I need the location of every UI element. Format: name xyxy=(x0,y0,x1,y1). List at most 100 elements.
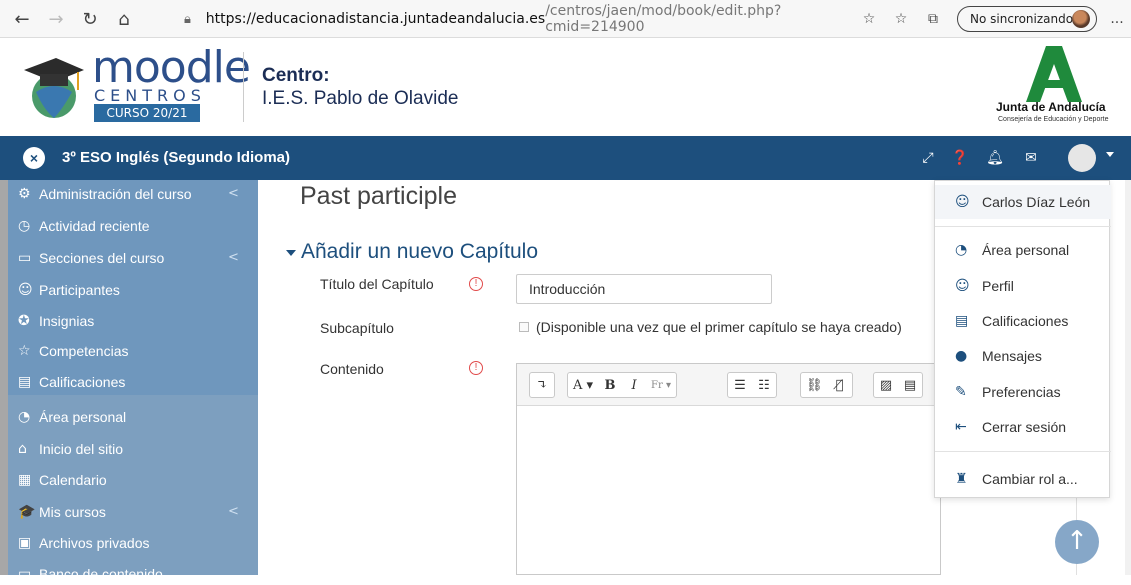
collapse-toolbar-icon[interactable]: ↴ xyxy=(530,373,554,397)
image-icon[interactable]: ▨ xyxy=(874,373,898,397)
bold-button[interactable]: B xyxy=(598,373,622,397)
star-icon: ☆ xyxy=(18,343,31,359)
sidebar-item-calificaciones[interactable]: ▤ Calificaciones xyxy=(18,371,125,393)
fullscreen-icon[interactable]: ⤢ xyxy=(918,148,938,168)
menu-item-perfil[interactable]: ☺ Perfil xyxy=(935,269,1111,303)
sidebar-item-insignias[interactable]: ✪ Insignias xyxy=(18,310,94,332)
menu-item-calificaciones[interactable]: ▤ Calificaciones xyxy=(935,304,1111,338)
required-icon: ! xyxy=(469,277,483,291)
sidebar-item-label: Participantes xyxy=(39,282,120,298)
contenido-label: Contenido xyxy=(320,361,384,377)
menu-item-label: Área personal xyxy=(982,242,1070,258)
dashboard-icon: ◔ xyxy=(18,409,31,425)
favorites-icon[interactable]: ☆ xyxy=(887,5,915,33)
back-icon[interactable]: ← xyxy=(8,5,36,33)
sync-label: No sincronizando xyxy=(970,12,1074,26)
user-avatar[interactable] xyxy=(1068,144,1096,172)
subcapitulo-checkbox[interactable] xyxy=(519,322,529,332)
wrench-icon: ✎ xyxy=(955,384,967,400)
italic-button[interactable]: I xyxy=(622,373,646,397)
graduation-cap-icon: 🎓 xyxy=(18,504,36,520)
back-to-top-button[interactable]: ↑ xyxy=(1055,520,1099,564)
toolbar-group-media: ▨ ▤ xyxy=(873,372,923,398)
sync-button[interactable]: No sincronizando xyxy=(957,6,1097,32)
sidebar-strip xyxy=(0,180,8,575)
chevron-left-icon[interactable]: < xyxy=(228,504,239,519)
sidebar-item-administracion[interactable]: ⚙ Administración del curso xyxy=(18,183,192,205)
ordered-list-icon[interactable]: ☷ xyxy=(752,373,776,397)
menu-item-preferencias[interactable]: ✎ Preferencias xyxy=(935,375,1111,409)
media-icon[interactable]: ▤ xyxy=(898,373,922,397)
sidebar-item-calendario[interactable]: ▦ Calendario xyxy=(18,469,107,491)
messages-envelope-icon[interactable]: ✉ xyxy=(1021,148,1041,168)
content-editor[interactable]: ↴ A ▾ B I Fr ▾ ☰ ☷ ⛓ ⛓̸ ▨ ▤ xyxy=(516,363,941,575)
url-host: https://educacionadistancia.juntadeandal… xyxy=(205,11,546,27)
collections-icon[interactable]: ⧉ xyxy=(919,5,947,33)
menu-item-label: Preferencias xyxy=(982,384,1061,400)
gears-icon: ⚙ xyxy=(18,186,31,202)
dashboard-icon: ◔ xyxy=(955,242,968,258)
unordered-list-icon[interactable]: ☰ xyxy=(728,373,752,397)
section-title[interactable]: Añadir un nuevo Capítulo xyxy=(301,240,538,264)
user-menu-name[interactable]: ☺ Carlos Díaz León xyxy=(935,185,1111,219)
course-navbar: × 3º ESO Inglés (Segundo Idioma) ⤢ ❓ 🔔︎ … xyxy=(0,136,1131,180)
subcapitulo-hint: (Disponible una vez que el primer capítu… xyxy=(536,319,902,335)
required-icon: ! xyxy=(469,361,483,375)
centro-name: I.E.S. Pablo de Olavide xyxy=(262,88,459,109)
reload-icon[interactable]: ↻ xyxy=(76,5,104,33)
site-header: moodle CENTROS CURSO 20/21 Centro: I.E.S… xyxy=(0,38,1131,136)
logo-word: moodle xyxy=(92,42,251,93)
course-title[interactable]: 3º ESO Inglés (Segundo Idioma) xyxy=(62,149,290,166)
notifications-bell-icon[interactable]: 🔔︎ xyxy=(985,148,1005,168)
user-name: Carlos Díaz León xyxy=(982,194,1091,210)
sidebar-item-label: Secciones del curso xyxy=(39,250,165,266)
address-bar[interactable]: 🔒︎ https://educacionadistancia.juntadean… xyxy=(184,3,874,35)
page-title: Past participle xyxy=(300,182,458,210)
sidebar-item-label: Área personal xyxy=(39,409,127,425)
menu-item-cerrar-sesion[interactable]: ⇤ Cerrar sesión xyxy=(935,410,1111,444)
profile-avatar xyxy=(1072,10,1090,28)
add-favorite-icon[interactable]: ☆ xyxy=(855,5,883,33)
gradebook-icon: ▤ xyxy=(18,374,32,390)
browser-toolbar: ← → ↻ ⌂ 🔒︎ https://educacionadistancia.j… xyxy=(0,0,1131,38)
more-icon[interactable]: ... xyxy=(1103,5,1131,33)
user-menu-caret-icon[interactable] xyxy=(1106,152,1114,157)
menu-item-mensajes[interactable]: ● Mensajes xyxy=(935,339,1111,373)
sign-out-icon: ⇤ xyxy=(955,419,967,435)
chevron-left-icon[interactable]: < xyxy=(228,186,239,201)
sidebar-item-archivos[interactable]: ▣ Archivos privados xyxy=(18,532,150,554)
collapse-caret-icon[interactable] xyxy=(286,250,296,256)
junta-title: Junta de Andalucía xyxy=(996,100,1106,114)
badge-icon: ✪ xyxy=(18,313,30,329)
lock-icon: 🔒︎ xyxy=(184,11,191,27)
sidebar-item-banco[interactable]: ▭ Banco de contenido xyxy=(18,563,163,585)
sidebar-item-actividad[interactable]: ◷ Actividad reciente xyxy=(18,215,150,237)
sidebar-item-secciones[interactable]: ▭ Secciones del curso xyxy=(18,247,164,269)
close-drawer-button[interactable]: × xyxy=(23,147,45,169)
sidebar-item-area-personal[interactable]: ◔ Área personal xyxy=(18,406,126,428)
font-color-button[interactable]: A ▾ xyxy=(568,373,598,397)
link-icon[interactable]: ⛓ xyxy=(801,373,828,397)
sidebar-item-label: Actividad reciente xyxy=(39,218,150,234)
graduation-cap-icon[interactable] xyxy=(22,50,86,120)
unlink-icon[interactable]: ⛓̸ xyxy=(828,373,852,397)
menu-item-cambiar-rol[interactable]: ♜ Cambiar rol a... xyxy=(935,462,1111,496)
sidebar-item-mis-cursos[interactable]: 🎓 Mis cursos xyxy=(18,501,106,523)
sidebar-item-participantes[interactable]: ☺ Participantes xyxy=(18,279,120,301)
junta-subtitle: Consejería de Educación y Deporte xyxy=(998,116,1109,123)
home-icon[interactable]: ⌂ xyxy=(110,5,138,33)
folder-icon: ▭ xyxy=(18,566,32,582)
sidebar-item-inicio[interactable]: ⌂ Inicio del sitio xyxy=(18,438,123,460)
titulo-input[interactable]: Introducción xyxy=(516,274,772,304)
menu-item-area-personal[interactable]: ◔ Área personal xyxy=(935,233,1111,267)
forward-icon[interactable]: → xyxy=(42,5,70,33)
menu-item-label: Calificaciones xyxy=(982,313,1069,329)
chevron-left-icon[interactable]: < xyxy=(228,250,239,265)
styles-button[interactable]: Fr ▾ xyxy=(646,373,676,397)
help-icon[interactable]: ❓ xyxy=(950,148,970,168)
page-scrollbar[interactable] xyxy=(1125,180,1131,575)
home-icon: ⌂ xyxy=(18,441,27,457)
sidebar-item-competencias[interactable]: ☆ Competencias xyxy=(18,340,129,362)
sidebar-item-label: Calificaciones xyxy=(39,374,126,390)
sidebar-item-label: Inicio del sitio xyxy=(39,441,124,457)
